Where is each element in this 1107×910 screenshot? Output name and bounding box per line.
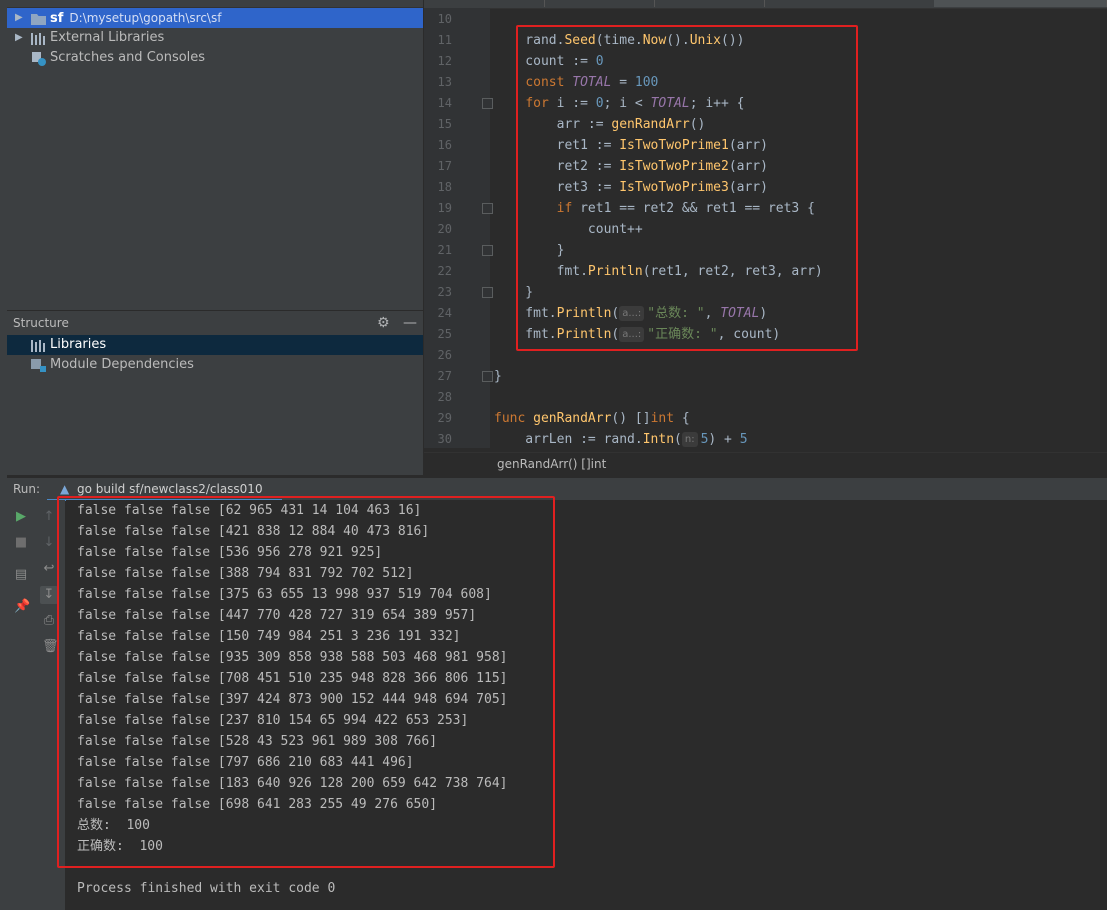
module-icon (31, 359, 46, 379)
print-icon[interactable]: ⎙ (42, 614, 56, 628)
line-number: 30 (437, 432, 452, 446)
stop-icon[interactable]: ■ (14, 536, 28, 550)
breadcrumb-label[interactable]: genRandArr() []int (497, 453, 606, 475)
structure-tool-window: Libraries Module Dependencies (7, 335, 423, 475)
breadcrumb[interactable]: genRandArr() []int (424, 452, 1107, 475)
line-number: 21 (437, 243, 452, 257)
external-libraries-label: External Libraries (50, 30, 165, 45)
arrow-down-icon[interactable]: ↓ (42, 536, 56, 550)
layout-icon[interactable]: ▤ (14, 568, 28, 582)
annotation-box (516, 25, 858, 351)
project-root-path: D:\mysetup\gopath\src\sf (69, 11, 222, 25)
minimize-icon[interactable]: — (403, 311, 417, 335)
project-root-item[interactable]: ▶ sf D:\mysetup\gopath\src\sf (7, 8, 423, 28)
arrow-up-icon[interactable]: ↑ (42, 510, 56, 524)
pin-icon[interactable]: 📌 (14, 600, 30, 614)
trash-icon[interactable]: 🗑 (42, 640, 59, 654)
editor-tab[interactable] (544, 0, 655, 7)
fold-marker-icon[interactable] (482, 245, 493, 256)
chevron-right-icon[interactable]: ▶ (15, 8, 25, 28)
project-tool-window: ▶ sf D:\mysetup\gopath\src\sf ▶ External … (7, 0, 423, 310)
external-libraries-item[interactable]: ▶ External Libraries (7, 28, 423, 48)
soft-wrap-icon[interactable]: ↩ (42, 562, 56, 576)
editor-tab-active[interactable] (934, 0, 1107, 7)
fold-marker-icon[interactable] (482, 287, 493, 298)
fold-marker-icon[interactable] (482, 98, 493, 109)
line-number: 25 (437, 327, 452, 341)
fold-marker-icon[interactable] (482, 371, 493, 382)
exit-message: Process finished with exit code 0 (77, 881, 336, 896)
structure-title: Structure (13, 316, 69, 330)
line-number: 18 (437, 180, 452, 194)
line-number: 24 (437, 306, 452, 320)
line-number: 29 (437, 411, 452, 425)
line-number: 16 (437, 138, 452, 152)
line-number: 28 (437, 390, 452, 404)
scratches-item[interactable]: Scratches and Consoles (7, 48, 423, 68)
line-number: 27 (437, 369, 452, 383)
line-number: 15 (437, 117, 452, 131)
gear-icon[interactable]: ⚙ (377, 311, 390, 335)
structure-header: Structure ⚙ — (7, 310, 423, 335)
editor-tab[interactable] (434, 0, 545, 7)
folder-icon (31, 12, 46, 25)
line-number: 20 (437, 222, 452, 236)
structure-item-module-dependencies[interactable]: Module Dependencies (7, 355, 423, 375)
annotation-box (57, 496, 555, 868)
project-panel-header (7, 0, 423, 8)
rerun-icon[interactable]: ▶ (14, 510, 28, 524)
line-number: 11 (437, 33, 452, 47)
code-line: arrLen := rand.Intn(n: 5) + 5 (494, 432, 748, 447)
line-number: 10 (437, 12, 452, 26)
structure-item-libraries[interactable]: Libraries (7, 335, 423, 355)
structure-item-label: Libraries (50, 337, 107, 352)
editor-tabs (424, 0, 1107, 9)
structure-item-label: Module Dependencies (50, 357, 194, 372)
chevron-right-icon[interactable]: ▶ (15, 28, 25, 48)
scratches-icon (31, 52, 46, 66)
library-icon (31, 32, 46, 45)
scroll-to-end-icon[interactable]: ↧ (40, 586, 58, 604)
editor-tab[interactable] (764, 0, 935, 7)
scratches-label: Scratches and Consoles (50, 50, 206, 65)
line-number: 13 (437, 75, 452, 89)
line-number: 23 (437, 285, 452, 299)
code-line: } (494, 369, 502, 384)
code-line: func genRandArr() []int { (494, 411, 690, 426)
fold-marker-icon[interactable] (482, 203, 493, 214)
line-number: 22 (437, 264, 452, 278)
run-label: Run: (13, 482, 41, 496)
project-root-label: sf (50, 11, 64, 26)
line-number: 19 (437, 201, 452, 215)
line-number: 17 (437, 159, 452, 173)
line-number: 26 (437, 348, 452, 362)
editor-tab[interactable] (654, 0, 765, 7)
line-number: 12 (437, 54, 452, 68)
line-number: 14 (437, 96, 452, 110)
